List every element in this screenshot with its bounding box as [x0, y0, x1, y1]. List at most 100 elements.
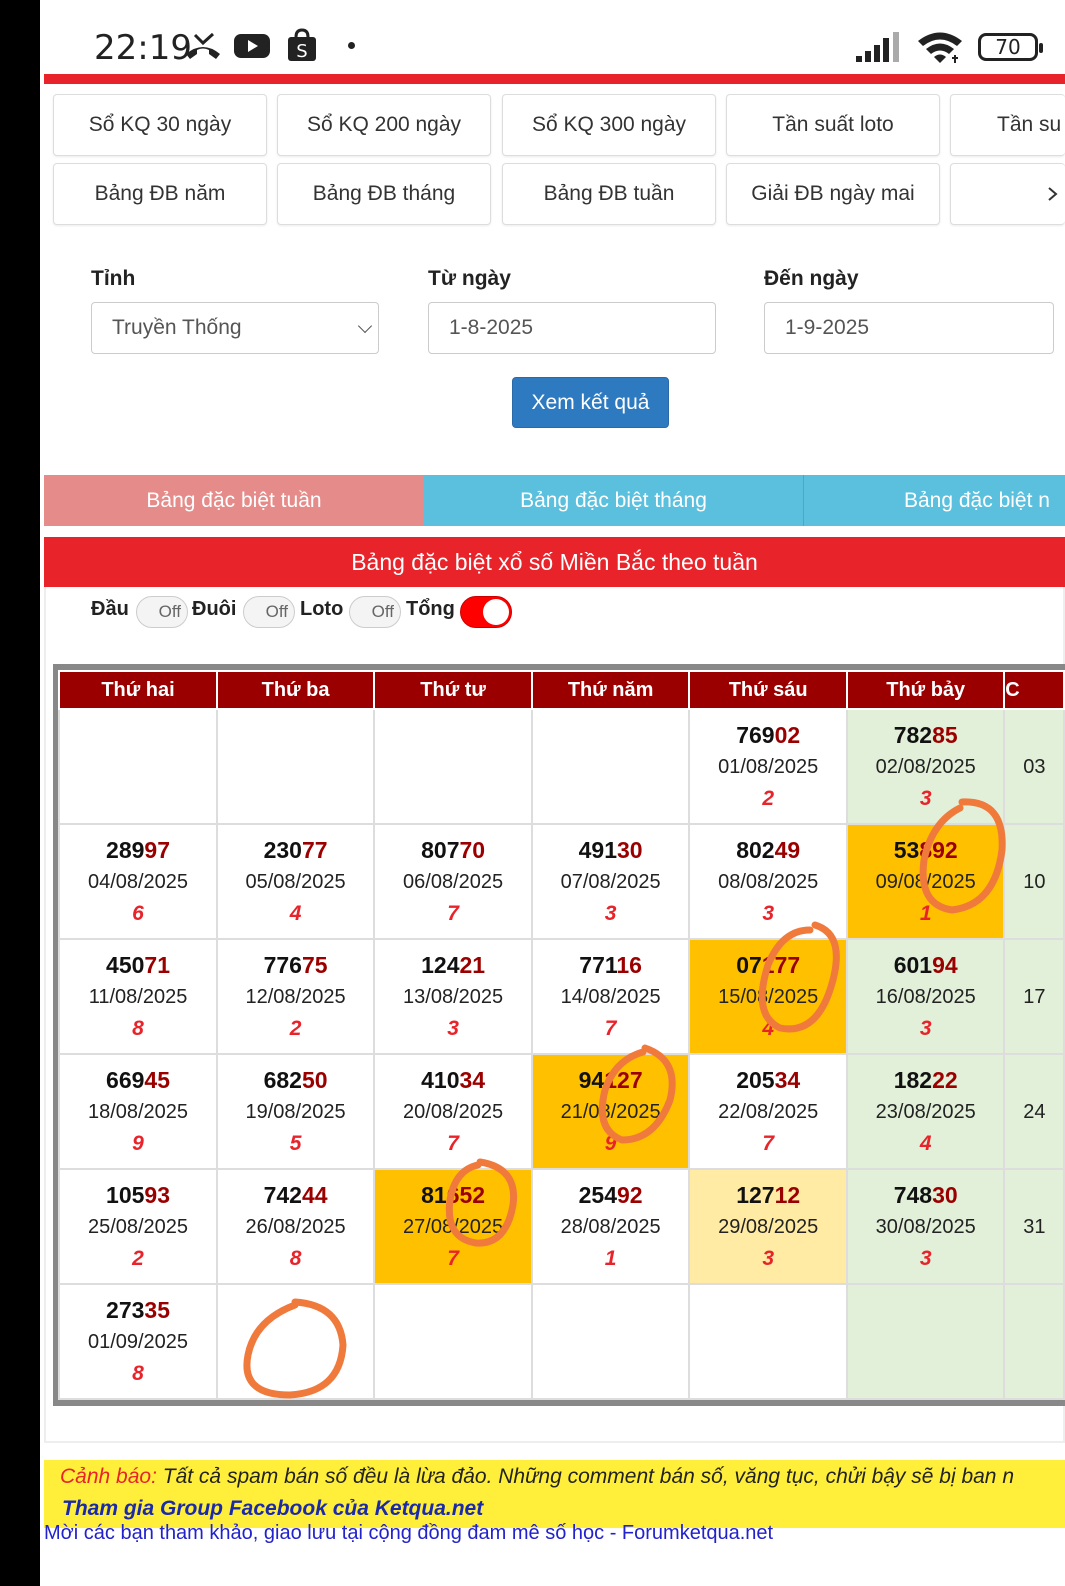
menu-bang-db-thang[interactable]: Bảng ĐB tháng: [277, 163, 491, 225]
result-cell: 17: [1003, 938, 1065, 1055]
table-row: 10593 25/08/2025 2 74244 26/08/2025 8 81652 27/…: [57, 1168, 1065, 1285]
result-cell: 74830 30/08/2025 3: [846, 1168, 1006, 1285]
digit-sum: 4: [919, 1131, 932, 1155]
draw-date: 13/08/2025: [403, 985, 504, 1008]
number-tail: 22: [932, 1066, 958, 1093]
draw-date: 12/08/2025: [245, 985, 346, 1008]
number-head: 807: [421, 836, 460, 863]
digit-sum: 7: [447, 1246, 459, 1270]
result-cell: [531, 1283, 691, 1400]
facebook-group-link[interactable]: Tham gia Group Facebook của Ketqua.net: [62, 1497, 483, 1521]
special-prize-number: 20534: [690, 1065, 846, 1095]
draw-date: 14/08/2025: [560, 985, 661, 1008]
result-cell: 18222 23/08/2025 4: [846, 1053, 1006, 1170]
toggle-duoi[interactable]: Off: [243, 596, 295, 628]
number-tail: 97: [144, 836, 170, 863]
forum-link[interactable]: Mời các bạn tham khảo, giao lưu tại cộng…: [44, 1522, 773, 1545]
shopee-icon: S: [288, 28, 316, 62]
menu-so-kq-30[interactable]: Sổ KQ 30 ngày: [53, 94, 267, 156]
digit-sum: 6: [132, 901, 144, 925]
special-prize-number: 23077: [218, 835, 373, 865]
toggle-loto[interactable]: Off: [349, 596, 401, 628]
warning-label: Cảnh báo:: [60, 1465, 157, 1488]
province-select[interactable]: Truyền Thống: [91, 302, 379, 354]
to-date-input[interactable]: 1-9-2025: [764, 302, 1054, 354]
special-prize-number: 41034: [375, 1065, 531, 1095]
number-tail: 892: [919, 836, 958, 863]
from-date-label: Từ ngày: [428, 267, 511, 290]
toggle-loto-label: Loto: [300, 598, 344, 620]
draw-date: 05/08/2025: [245, 870, 346, 893]
province-label: Tỉnh: [91, 267, 136, 290]
result-cell: 12712 29/08/2025 3: [688, 1168, 849, 1285]
column-header: Thứ sáu: [688, 670, 849, 710]
results-table-frame: Thứ hai Thứ ba Thứ tư Thứ năm Thứ sáu Thứ bảy…: [53, 664, 1065, 1406]
menu-partial-button[interactable]: [950, 163, 1065, 225]
menu-so-kq-300[interactable]: Sổ KQ 300 ngày: [502, 94, 716, 156]
number-tail: 77: [301, 836, 328, 863]
result-cell: 68250 19/08/2025 5: [216, 1053, 376, 1170]
table-row: 28997 04/08/2025 6 23077 05/08/2025 4 80770 06/…: [57, 823, 1065, 940]
draw-date: 28/08/2025: [560, 1215, 661, 1238]
draw-date: 27/08/2025: [403, 1215, 504, 1238]
menu-bang-db-tuan[interactable]: Bảng ĐB tuần: [502, 163, 716, 225]
province-select-value: Truyền Thống: [112, 316, 242, 339]
number-tail: 02: [774, 721, 801, 748]
digit-sum: 7: [447, 1131, 459, 1155]
result-cell: 45071 11/08/2025 8: [57, 938, 219, 1055]
toggle-tong[interactable]: [460, 596, 512, 628]
menu-giai-db-ngay-mai[interactable]: Giải ĐB ngày mai: [726, 163, 940, 225]
digit-sum: 3: [919, 1246, 932, 1270]
result-cell: 77675 12/08/2025 2: [216, 938, 376, 1055]
number-head: 182: [893, 1066, 933, 1093]
menu-tan-suat-partial[interactable]: Tần su: [950, 94, 1065, 156]
number-head: 205: [736, 1066, 775, 1093]
tab-weekly[interactable]: Bảng đặc biệt tuần: [44, 475, 424, 526]
menu-tan-suat-loto[interactable]: Tần suất loto: [726, 94, 940, 156]
special-prize-number: 07177: [690, 950, 846, 980]
digit-sum: 3: [762, 1246, 775, 1270]
digit-sum: 2: [762, 786, 775, 810]
digit-sum: 5: [289, 1131, 302, 1155]
tab-monthly[interactable]: Bảng đặc biệt tháng: [424, 475, 804, 526]
special-prize-number: 28997: [60, 835, 216, 865]
draw-date: 26/08/2025: [245, 1215, 346, 1238]
result-cell: 53892 09/08/2025 1: [846, 823, 1006, 940]
special-prize-number: 60194: [848, 950, 1003, 980]
number-tail: 45: [144, 1066, 170, 1093]
column-header: Thứ bảy: [846, 670, 1006, 710]
draw-date: 10: [1023, 870, 1046, 893]
special-prize-number: 12712: [690, 1180, 846, 1210]
toggle-dau[interactable]: Off: [136, 596, 188, 628]
special-prize-number: 74830: [848, 1180, 1003, 1210]
result-cell: 80770 06/08/2025 7: [373, 823, 534, 940]
result-cell: 81652 27/08/2025 7: [373, 1168, 534, 1285]
table-row: 45071 11/08/2025 8 77675 12/08/2025 2 12421 13/…: [57, 938, 1065, 1055]
digit-sum: 4: [289, 901, 302, 925]
special-prize-number: 49130: [533, 835, 688, 865]
special-prize-number: 27335: [60, 1295, 216, 1325]
number-tail: 70: [459, 836, 486, 863]
result-cell: [57, 708, 219, 825]
special-prize-number: 12421: [375, 950, 531, 980]
result-cell: 07177 15/08/2025 4: [688, 938, 849, 1055]
number-head: 776: [263, 951, 302, 978]
tab-yearly[interactable]: Bảng đặc biệt n: [804, 475, 1065, 526]
menu-so-kq-200[interactable]: Sổ KQ 200 ngày: [277, 94, 491, 156]
number-head: 254: [578, 1181, 618, 1208]
from-date-input[interactable]: 1-8-2025: [428, 302, 716, 354]
digit-sum: 9: [604, 1131, 617, 1155]
toggle-dau-label: Đầu: [91, 598, 129, 620]
draw-date: 09/08/2025: [875, 870, 976, 893]
toggle-duoi-label: Đuôi: [192, 598, 237, 620]
submit-button[interactable]: Xem kết quả: [512, 377, 669, 428]
phone-screen: 22:19 S 70 Sổ KQ 30 ngày Sổ KQ 200 ngày …: [40, 0, 1065, 1586]
number-tail: 34: [774, 1066, 801, 1093]
number-tail: 93: [144, 1181, 170, 1208]
draw-date: 03: [1023, 755, 1046, 778]
special-prize-number: 94127: [533, 1065, 688, 1095]
draw-date: 17: [1023, 985, 1046, 1008]
number-tail: 16: [616, 951, 642, 978]
draw-date: 24: [1023, 1100, 1046, 1123]
menu-bang-db-nam[interactable]: Bảng ĐB năm: [53, 163, 267, 225]
